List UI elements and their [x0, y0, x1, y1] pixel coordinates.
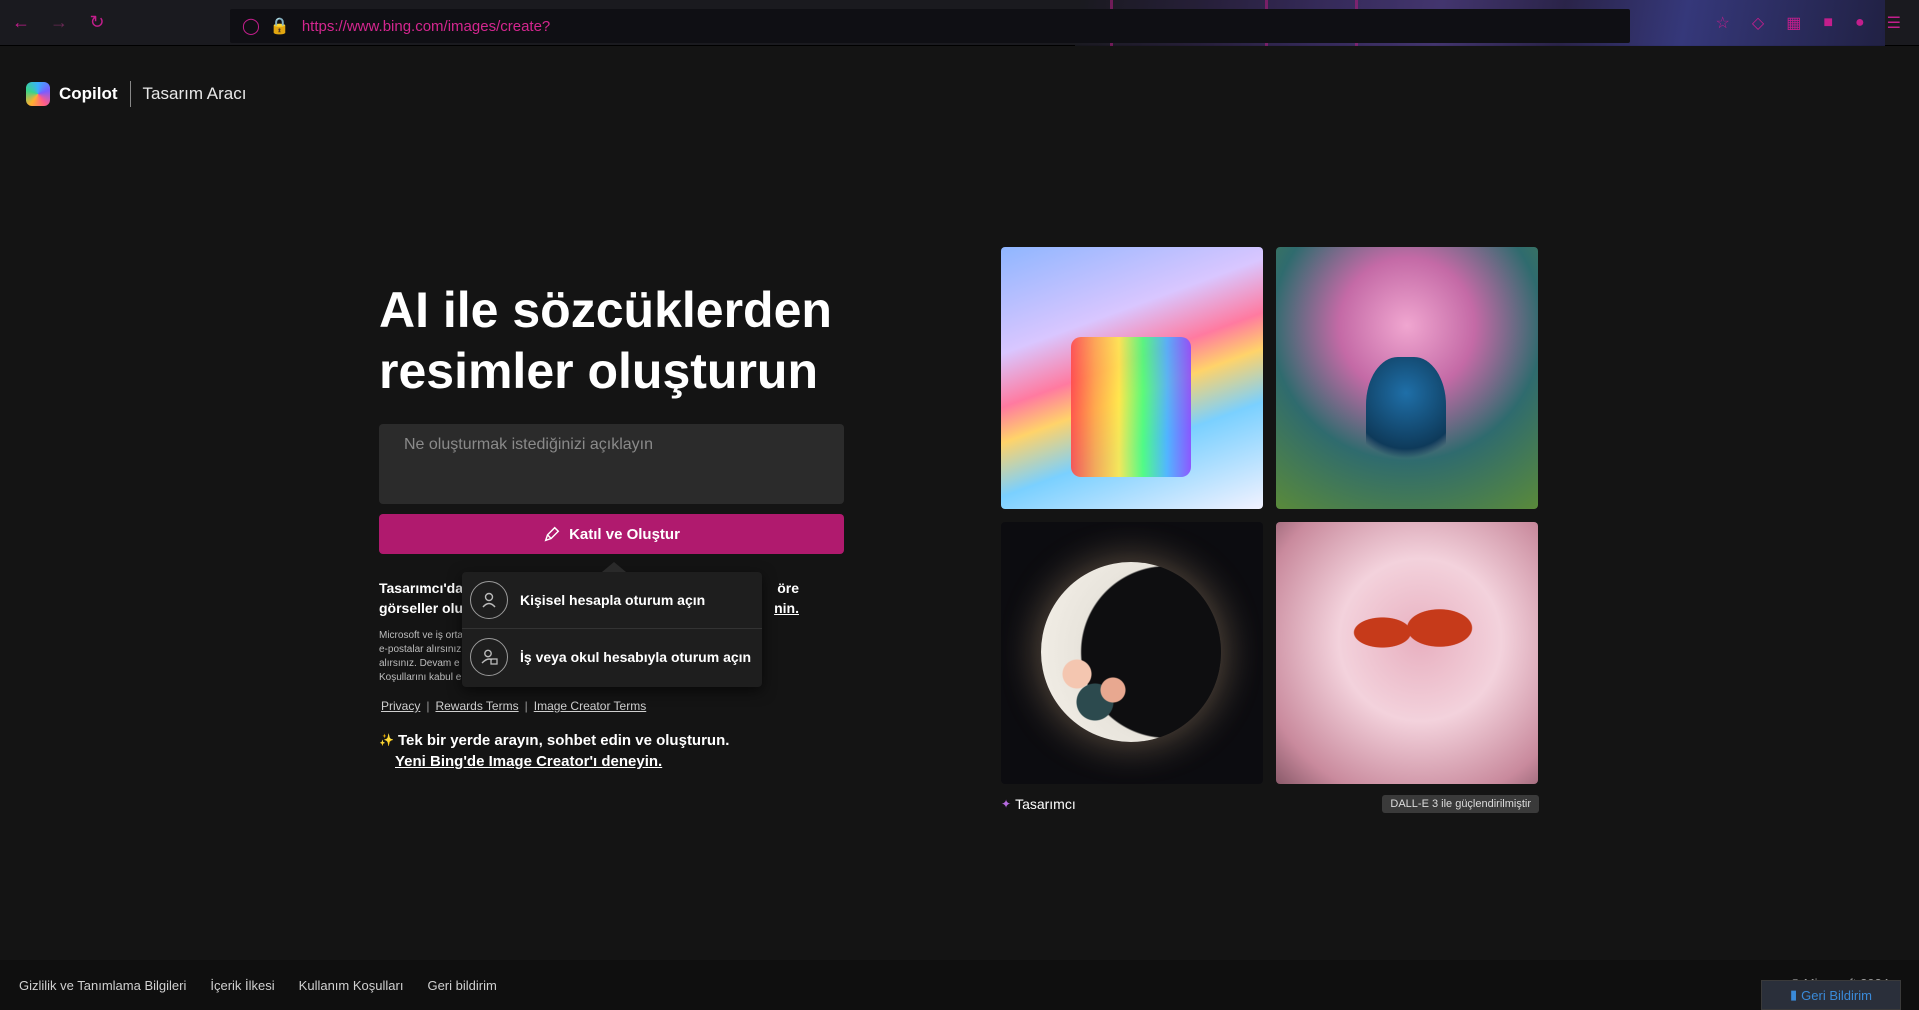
try-new-text: Tek bir yerde arayın, sohbet edin ve olu…	[397, 732, 730, 749]
rainbow-waterfall-shape	[1071, 337, 1191, 477]
prompt-input[interactable]	[404, 436, 819, 454]
page-footer: Gizlilik ve Tanımlama Bilgileri İçerik İ…	[0, 960, 1919, 1010]
reload-icon: ↻	[89, 12, 105, 32]
footer-link-feedback[interactable]: Geri bildirim	[427, 978, 496, 993]
pocket-icon[interactable]: ◇	[1752, 13, 1764, 33]
separator: |	[524, 699, 528, 713]
rewards-terms-link[interactable]: Rewards Terms	[435, 699, 518, 713]
header-divider	[129, 81, 131, 107]
footer-link-terms[interactable]: Kullanım Koşulları	[299, 978, 404, 993]
info-link[interactable]: nin.	[774, 598, 799, 618]
footer-link-privacy[interactable]: Gizlilik ve Tanımlama Bilgileri	[19, 978, 186, 993]
copilot-logo-icon[interactable]	[26, 82, 50, 106]
gallery-image-moon[interactable]	[1001, 522, 1263, 784]
address-bar[interactable]: ◯ 🔒 https://www.bing.com/images/create?	[230, 9, 1630, 43]
prompt-box[interactable]	[379, 424, 844, 504]
try-new-bing: ✨ Tek bir yerde arayın, sohbet edin ve ol…	[379, 730, 729, 772]
info-text-line1-tail: öre	[777, 580, 799, 596]
flowers-shape	[1041, 642, 1161, 722]
gallery-image-butterfly[interactable]	[1276, 522, 1538, 784]
pencil-sparkle-icon	[544, 526, 560, 542]
chat-icon: ▮	[1790, 987, 1798, 1002]
peacock-shape	[1366, 357, 1446, 477]
back-button[interactable]: ←	[4, 6, 38, 40]
app-header: Copilot Tasarım Aracı	[0, 46, 1919, 142]
image-creator-terms-link[interactable]: Image Creator Terms	[534, 699, 646, 713]
toolbar-right-icons: ☆ ◇ ▦ ■ ● ☰	[1716, 0, 1919, 46]
forward-button[interactable]: →	[42, 6, 76, 40]
page-title: AI ile sözcüklerden resimler oluşturun	[379, 280, 899, 402]
extensions-icon[interactable]: ▦	[1786, 13, 1801, 33]
personal-account-signin[interactable]: Kişisel hesapla oturum açın	[462, 572, 762, 628]
gallery-image-rainbow-waterfall[interactable]	[1001, 247, 1263, 509]
info-text-line1: Tasarımcı'da	[379, 580, 463, 596]
privacy-link[interactable]: Privacy	[381, 699, 420, 713]
gallery-image-peacock[interactable]	[1276, 247, 1538, 509]
personal-account-label: Kişisel hesapla oturum açın	[520, 592, 706, 608]
work-person-icon	[470, 637, 508, 676]
try-new-link[interactable]: Yeni Bing'de Image Creator'ı deneyin.	[395, 751, 729, 772]
designer-label-text: Tasarımcı	[1015, 796, 1076, 812]
url-text[interactable]: https://www.bing.com/images/create?	[302, 18, 550, 35]
title-line-1: AI ile sözcüklerden	[379, 282, 832, 338]
separator: |	[426, 699, 430, 713]
profile-icon[interactable]: ●	[1855, 14, 1865, 32]
shield-icon[interactable]: ◯	[242, 16, 260, 36]
lock-icon[interactable]: 🔒	[270, 16, 290, 36]
arrow-left-icon: ←	[12, 12, 30, 32]
browser-toolbar: ← → ↻ ◯ 🔒 https://www.bing.com/images/cr…	[0, 0, 1919, 46]
butterfly-shape	[1346, 592, 1476, 682]
footer-link-content-policy[interactable]: İçerik İlkesi	[210, 978, 274, 993]
feedback-button-label: Geri Bildirim	[1801, 987, 1872, 1003]
arrow-right-icon: →	[50, 12, 68, 32]
feedback-button[interactable]: ▮ Geri Bildirim	[1761, 980, 1901, 1010]
product-name[interactable]: Tasarım Aracı	[143, 84, 247, 104]
sparkle-icon: ✨	[379, 733, 394, 747]
reload-button[interactable]: ↻	[80, 6, 114, 40]
star-icon[interactable]: ☆	[1716, 13, 1730, 33]
brand-name[interactable]: Copilot	[59, 84, 118, 104]
work-account-signin[interactable]: İş veya okul hesabıyla oturum açın	[462, 628, 762, 684]
person-icon	[470, 581, 508, 619]
join-and-create-button[interactable]: Katıl ve Oluştur	[379, 514, 844, 554]
gallery-footer: ✦ Tasarımcı DALL-E 3 ile güçlendirilmişti…	[1001, 793, 1539, 815]
designer-icon: ✦	[1001, 797, 1012, 811]
menu-icon[interactable]: ☰	[1887, 13, 1901, 33]
dalle-badge: DALL-E 3 ile güçlendirilmiştir	[1382, 795, 1539, 813]
sign-in-popup: Kişisel hesapla oturum açın İş veya okul…	[462, 562, 762, 687]
join-button-label: Katıl ve Oluştur	[569, 525, 680, 543]
ublock-icon[interactable]: ■	[1823, 14, 1833, 32]
title-line-2: resimler oluşturun	[379, 343, 818, 399]
designer-label[interactable]: ✦ Tasarımcı	[1001, 796, 1076, 812]
legal-links: Privacy | Rewards Terms | Image Creator …	[381, 699, 646, 713]
info-text-line2: görseller olu	[379, 600, 464, 616]
work-account-label: İş veya okul hesabıyla oturum açın	[520, 648, 752, 665]
